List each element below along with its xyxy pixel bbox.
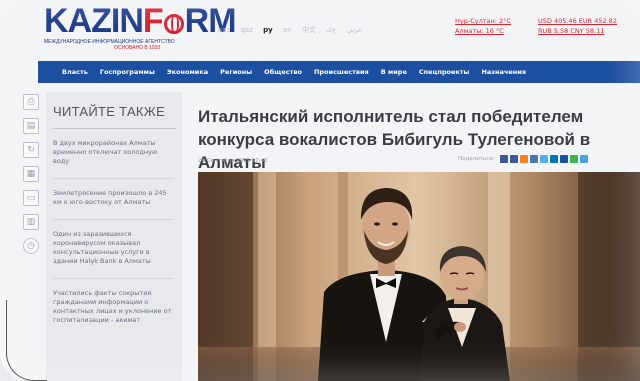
weather-nursultan[interactable]: Нур-Султан: 2°С xyxy=(455,16,511,26)
lang-kaz-lat[interactable]: qaz xyxy=(240,26,252,34)
share-whatsapp-icon[interactable] xyxy=(570,155,579,163)
lang-en[interactable]: en xyxy=(283,26,292,34)
lang-kaz-cyr[interactable]: қаз xyxy=(218,26,230,34)
refresh-icon[interactable]: ↻ xyxy=(23,142,39,158)
share-facebook-icon[interactable] xyxy=(500,155,509,163)
lang-ar[interactable]: عربي xyxy=(346,26,362,34)
logo-wordmark: KAZINF RM xyxy=(44,2,237,40)
logo-founded: ОСНОВАНО В 1920 xyxy=(114,45,161,51)
nav-item-regiony[interactable]: Регионы xyxy=(220,68,252,76)
lang-ru[interactable]: ру xyxy=(263,26,273,34)
sidebar-title: ЧИТАЙТЕ ТАКЖЕ xyxy=(53,104,166,119)
books-icon[interactable]: ▥ xyxy=(23,214,39,230)
article-photo-image xyxy=(198,172,640,381)
share-twitter-icon[interactable] xyxy=(540,155,549,163)
logo-text-mid: F xyxy=(142,2,164,40)
article-photo[interactable] xyxy=(198,172,640,381)
read-also-sidebar: ЧИТАЙТЕ ТАКЖЕ В двух микрорайонах Алматы… xyxy=(46,92,182,381)
main-nav: Власть Госпрограммы Экономика Регионы Об… xyxy=(38,61,640,83)
left-icon-bar: ⎙ ▤ ↻ ▦ ▭ ▥ ◷ xyxy=(20,94,42,262)
language-switcher: қаз qaz ру en 中文 عربي ﻉﻙ xyxy=(218,25,370,35)
nav-item-gosprogrammy[interactable]: Госпрограммы xyxy=(100,68,155,76)
nav-item-ekonomika[interactable]: Экономика xyxy=(167,68,208,76)
nav-item-proisshestviya[interactable]: Происшествия xyxy=(314,68,369,76)
lang-zh[interactable]: 中文 xyxy=(302,26,316,34)
nav-item-vlast[interactable]: Власть xyxy=(62,68,88,76)
device-corner xyxy=(6,300,47,381)
share-mailru-icon[interactable] xyxy=(560,155,569,163)
share-label: Поделиться: xyxy=(458,156,495,162)
site-logo[interactable]: KAZINF RM МЕЖДУНАРОДНОЕ ИНФОРМАЦИОННОЕ АГ… xyxy=(44,2,237,52)
share-email-icon[interactable] xyxy=(510,155,519,163)
nav-item-specproekty[interactable]: Спецпроекты xyxy=(419,68,470,76)
archive-icon[interactable]: ▭ xyxy=(23,190,39,206)
lang-other[interactable]: ﻉﻙ xyxy=(326,26,336,34)
clock-icon[interactable]: ◷ xyxy=(23,238,39,254)
sidebar-news-item[interactable]: Землетрясение произошло в 245 км к юго-в… xyxy=(53,179,174,220)
share-telegram-icon[interactable] xyxy=(580,155,589,163)
weather-almaty[interactable]: Алматы: 16 °С xyxy=(455,26,511,36)
rates-rub-cny[interactable]: RUB 5.58 CNY 58.11 xyxy=(538,26,617,36)
share-bar: Поделиться: xyxy=(458,155,590,163)
calendar-icon[interactable]: ▦ xyxy=(23,166,39,182)
nav-item-naznacheniya[interactable]: Назначения xyxy=(481,68,526,76)
globe-icon xyxy=(163,14,184,34)
weather-widget: Нур-Султан: 2°С Алматы: 16 °С xyxy=(455,16,511,36)
print-icon[interactable]: ⎙ xyxy=(23,94,39,110)
sidebar-news-item[interactable]: Участились факты сокрытия гражданами инф… xyxy=(53,279,174,337)
nav-item-obshchestvo[interactable]: Общество xyxy=(264,68,302,76)
article-date: 24 Сентября 2015 17:42 xyxy=(198,158,268,164)
sidebar-news-item[interactable]: Один из заразившихся коронавирусом оказы… xyxy=(53,220,174,279)
logo-text-left: KAZIN xyxy=(44,2,144,40)
nav-item-v-mire[interactable]: В мире xyxy=(381,68,407,76)
currency-rates: USD 405.46 EUR 452.82 RUB 5.58 CNY 58.11 xyxy=(538,16,617,36)
rates-usd-eur[interactable]: USD 405.46 EUR 452.82 xyxy=(538,16,617,26)
page: KAZINF RM МЕЖДУНАРОДНОЕ ИНФОРМАЦИОННОЕ АГ… xyxy=(0,0,640,381)
share-odnoklassniki-icon[interactable] xyxy=(520,155,529,163)
share-vk-icon[interactable] xyxy=(530,155,539,163)
share-linkedin-icon[interactable] xyxy=(550,155,559,163)
document-icon[interactable]: ▤ xyxy=(23,118,39,134)
browser-viewport: KAZINF RM МЕЖДУНАРОДНОЕ ИНФОРМАЦИОННОЕ АГ… xyxy=(0,0,640,381)
sidebar-news-item[interactable]: В двух микрорайонах Алматы временно откл… xyxy=(53,129,174,179)
